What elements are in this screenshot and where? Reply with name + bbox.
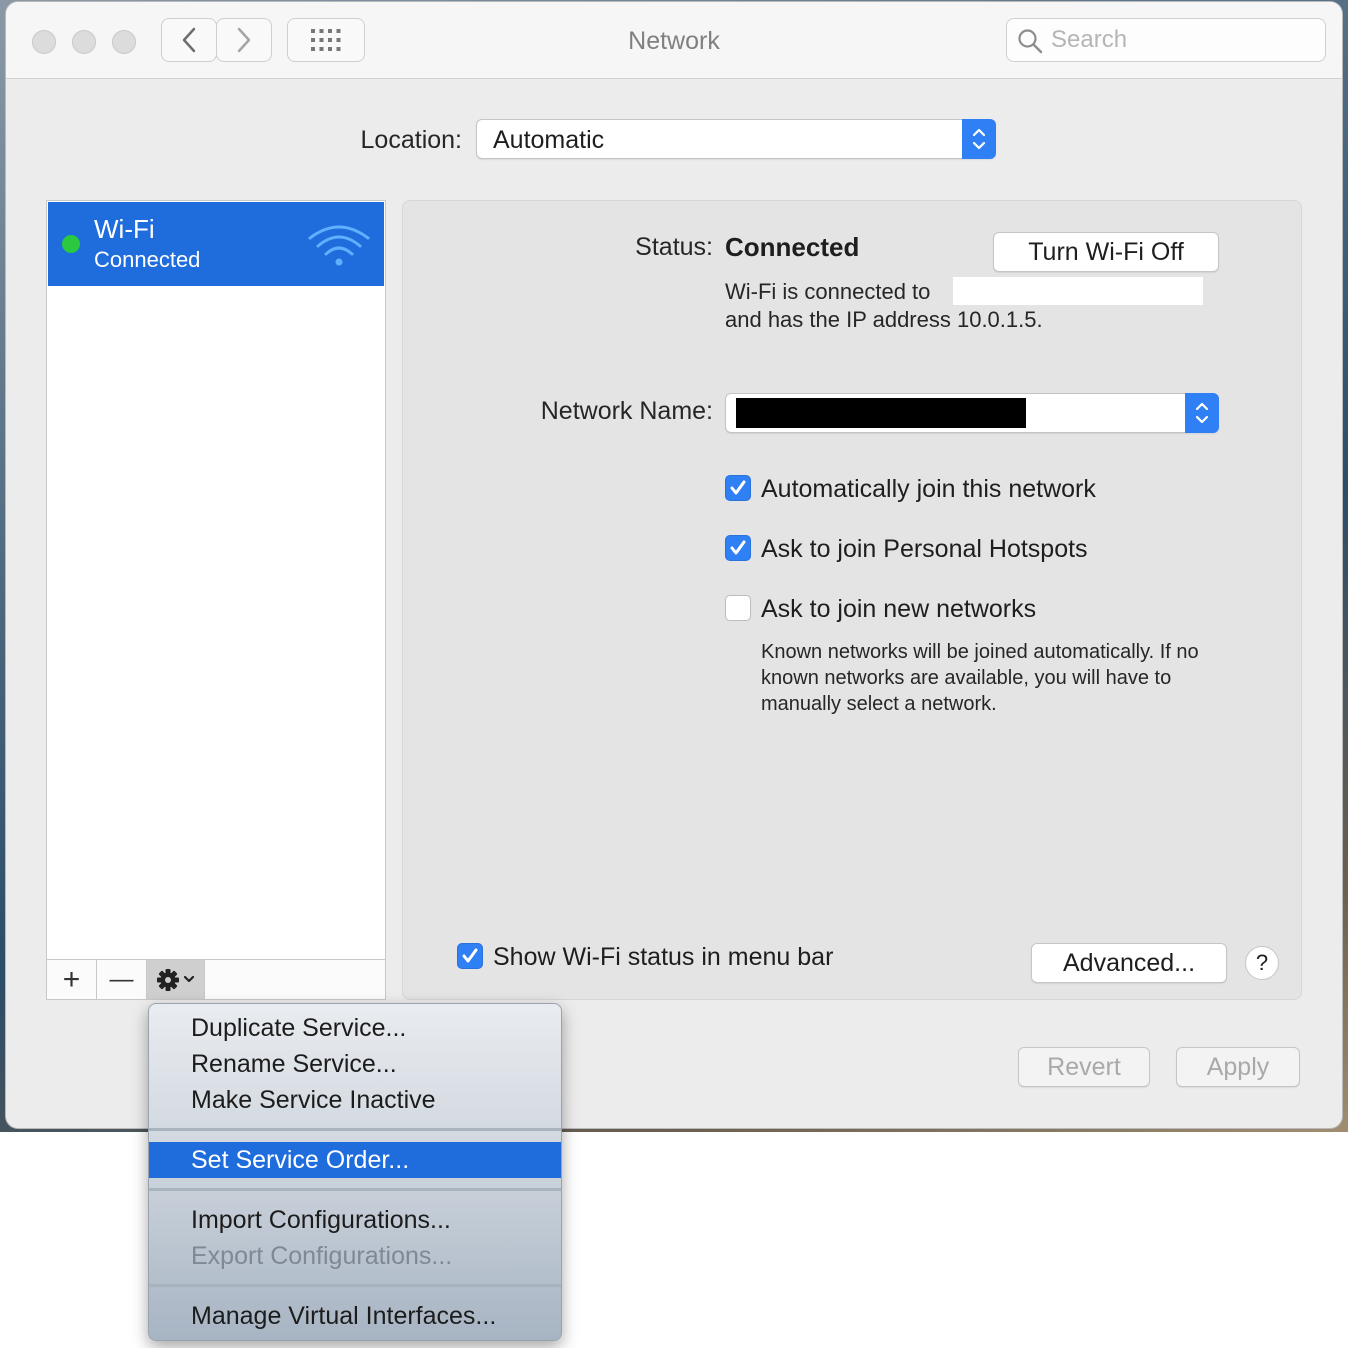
new-networks-help-text: Known networks will be joined automatica…: [761, 641, 1199, 715]
wifi-icon: [308, 225, 370, 266]
help-button[interactable]: ?: [1245, 946, 1279, 980]
network-name-label: Network Name:: [540, 397, 713, 425]
search-icon: [1018, 29, 1043, 54]
menu-separator: [149, 1284, 561, 1287]
add-service-button[interactable]: +: [47, 960, 97, 999]
new-networks-label: Ask to join new networks: [761, 595, 1037, 623]
menu-item-duplicate-service[interactable]: Duplicate Service...: [149, 1010, 561, 1046]
popup-arrows-icon: [1185, 393, 1219, 433]
gear-dropdown-menu: Duplicate Service... Rename Service... M…: [148, 1003, 562, 1341]
show-status-checkbox[interactable]: [457, 943, 483, 969]
location-popup[interactable]: Automatic: [476, 119, 996, 159]
service-list-toolbar: + —: [46, 960, 386, 1000]
redacted-network-name: [953, 277, 1203, 305]
advanced-button[interactable]: Advanced...: [1031, 943, 1227, 983]
status-label: Status:: [635, 233, 713, 261]
search-input[interactable]: [1051, 25, 1311, 55]
checkmark-icon: [462, 948, 478, 963]
connected-text-line2: and has the IP address 10.0.1.5.: [725, 307, 1043, 332]
wifi-detail-panel: Status: Connected Turn Wi-Fi Off Wi-Fi i…: [402, 200, 1302, 1000]
checkmark-icon: [730, 480, 746, 495]
auto-join-checkbox[interactable]: [725, 475, 751, 501]
service-name: Wi-Fi: [94, 214, 155, 244]
status-value: Connected: [725, 232, 860, 262]
gear-menu-button[interactable]: [147, 960, 205, 999]
menu-item-manage-virtual-interfaces[interactable]: Manage Virtual Interfaces...: [149, 1298, 561, 1334]
gear-icon: [156, 968, 194, 991]
location-value: Automatic: [493, 126, 605, 154]
apply-button[interactable]: Apply: [1176, 1047, 1300, 1087]
remove-service-button[interactable]: —: [97, 960, 147, 999]
menu-item-make-inactive[interactable]: Make Service Inactive: [149, 1082, 561, 1118]
service-item-wifi[interactable]: Wi-Fi Connected: [48, 202, 384, 286]
location-label: Location:: [360, 126, 462, 154]
network-preferences-window: Network Location: Automatic Wi-Fi Connec…: [6, 2, 1342, 1128]
redacted-network-value: [736, 398, 1026, 428]
new-networks-checkbox[interactable]: [725, 595, 751, 621]
menu-item-set-service-order[interactable]: Set Service Order...: [149, 1142, 561, 1178]
personal-hotspots-label: Ask to join Personal Hotspots: [761, 535, 1088, 563]
personal-hotspots-checkbox[interactable]: [725, 535, 751, 561]
menu-item-export-configurations: Export Configurations...: [191, 1242, 453, 1270]
status-dot-icon: [62, 235, 80, 253]
service-list: Wi-Fi Connected: [46, 200, 386, 960]
popup-arrows-icon: [962, 119, 996, 159]
menu-item-import-configurations[interactable]: Import Configurations...: [149, 1202, 561, 1238]
auto-join-label: Automatically join this network: [761, 475, 1096, 503]
checkmark-icon: [730, 540, 746, 555]
title-bar: Network: [6, 2, 1342, 79]
service-status: Connected: [94, 247, 201, 272]
connected-text-line1: Wi-Fi is connected to: [725, 279, 931, 304]
menu-separator: [149, 1128, 561, 1131]
search-field[interactable]: [1006, 18, 1326, 62]
menu-item-rename-service[interactable]: Rename Service...: [149, 1046, 561, 1082]
menu-separator: [149, 1188, 561, 1191]
network-name-popup[interactable]: [725, 393, 1219, 433]
show-status-label: Show Wi-Fi status in menu bar: [493, 943, 834, 971]
revert-button[interactable]: Revert: [1018, 1047, 1150, 1087]
turn-wifi-off-button[interactable]: Turn Wi-Fi Off: [993, 232, 1219, 272]
